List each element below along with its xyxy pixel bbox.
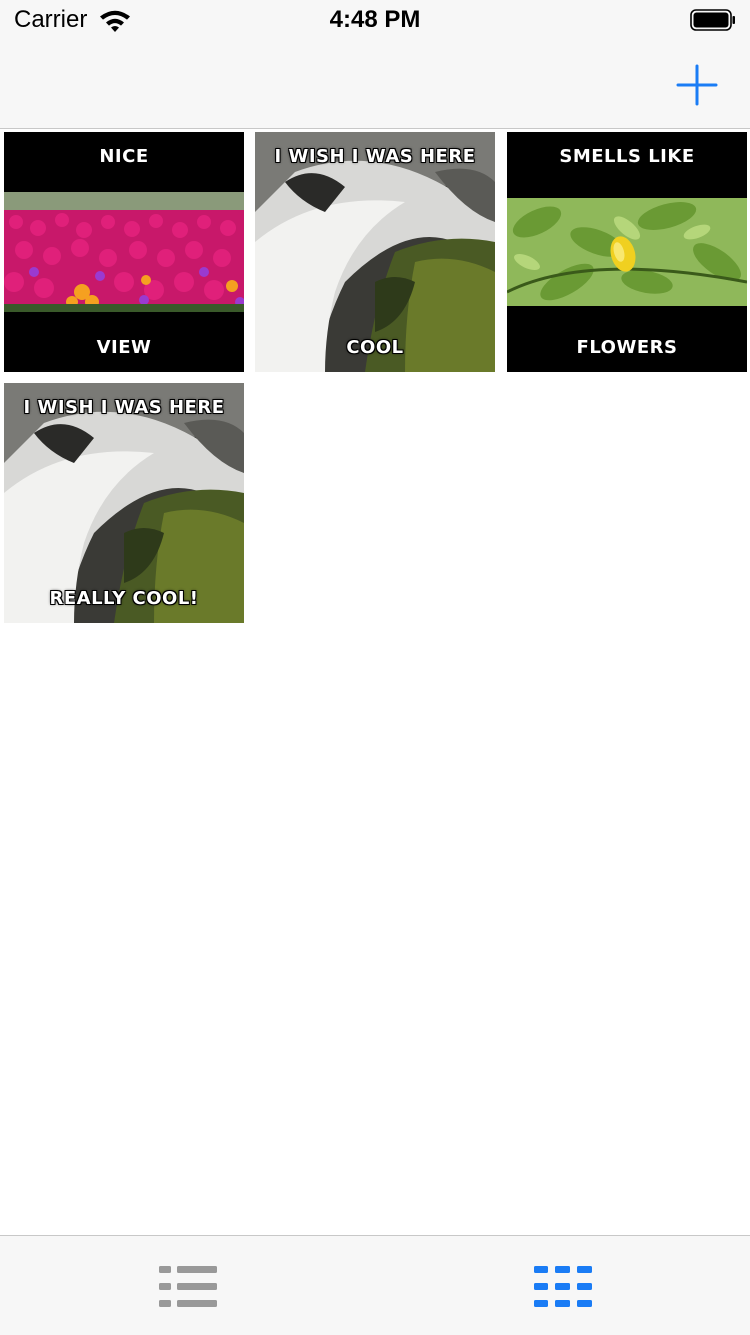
tab-grid[interactable]: [375, 1236, 750, 1335]
clock-time: 4:48 PM: [329, 6, 421, 33]
navigation-bar: [0, 40, 750, 129]
meme-top-text: I WISH I WAS HERE: [274, 146, 476, 167]
meme-bottom-text: REALLY COOL!: [49, 588, 199, 609]
meme-cell[interactable]: NICE VIEW: [4, 132, 244, 372]
plus-icon[interactable]: [672, 60, 722, 110]
green-leaves-image: [507, 132, 747, 372]
meme-top-text: NICE: [99, 146, 149, 167]
status-bar: Carrier 4:48 PM: [0, 0, 750, 40]
battery-icon: [690, 9, 735, 31]
meme-top-text: I WISH I WAS HERE: [23, 397, 225, 418]
meme-bottom-text: VIEW: [96, 337, 152, 358]
meme-top-text: SMELLS LIKE: [559, 146, 695, 167]
waterfall-image: [255, 132, 495, 372]
tab-bar: [0, 1235, 750, 1335]
meme-cell[interactable]: I WISH I WAS HERE COOL: [255, 132, 495, 372]
tab-list[interactable]: [0, 1236, 375, 1335]
flower-field-image: [4, 132, 244, 372]
meme-cell[interactable]: I WISH I WAS HERE REALLY COOL!: [4, 383, 244, 623]
meme-cell[interactable]: SMELLS LIKE FLOWERS: [507, 132, 747, 372]
grid-icon: [534, 1266, 592, 1307]
meme-bottom-text: FLOWERS: [576, 337, 678, 358]
meme-bottom-text: COOL: [346, 337, 404, 358]
list-icon: [159, 1266, 217, 1307]
waterfall-image: [4, 383, 244, 623]
